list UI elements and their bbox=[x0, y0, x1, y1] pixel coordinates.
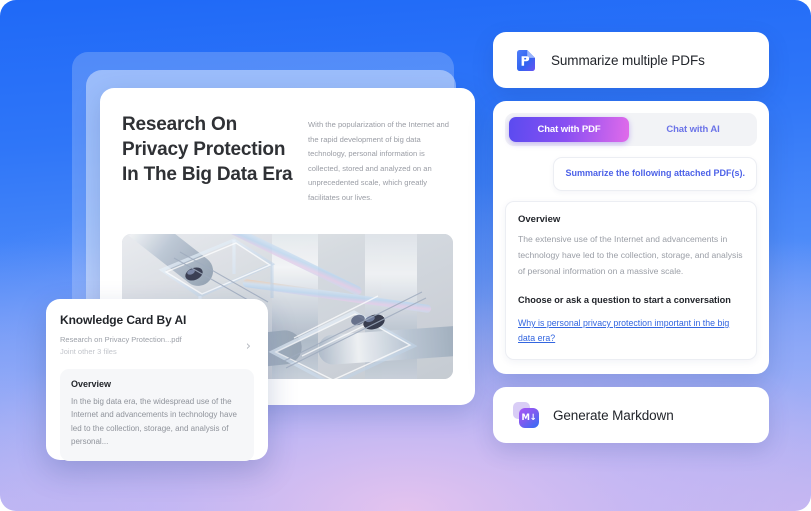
right-column: Summarize multiple PDFs Chat with PDF Ch… bbox=[493, 32, 769, 444]
document-text-area: Research On Privacy Protection In The Bi… bbox=[100, 88, 475, 205]
knowledge-card-meta-texts: Research on Privacy Protection...pdf Joi… bbox=[60, 334, 182, 358]
chat-panel: Chat with PDF Chat with AI Summarize the… bbox=[493, 101, 769, 375]
chevron-right-icon[interactable]: › bbox=[246, 340, 254, 353]
user-message-bubble: Summarize the following attached PDF(s). bbox=[553, 157, 757, 191]
tab-chat-with-pdf[interactable]: Chat with PDF bbox=[509, 117, 629, 142]
suggested-question-link[interactable]: Why is personal privacy protection impor… bbox=[518, 316, 744, 346]
summarize-multiple-pdfs-label: Summarize multiple PDFs bbox=[551, 52, 705, 68]
summarize-multiple-pdfs-card[interactable]: Summarize multiple PDFs bbox=[493, 32, 769, 88]
user-message-row: Summarize the following attached PDF(s). bbox=[505, 157, 757, 191]
knowledge-card-overview-text: In the big data era, the widespread use … bbox=[71, 397, 237, 447]
knowledge-card-meta-row: Research on Privacy Protection...pdf Joi… bbox=[60, 334, 254, 358]
assistant-message-bubble: Overview The extensive use of the Intern… bbox=[505, 200, 757, 361]
assistant-overview-text: The extensive use of the Internet and ad… bbox=[518, 233, 743, 276]
knowledge-card-file-name: Research on Privacy Protection...pdf bbox=[60, 335, 182, 344]
assistant-overview-heading: Overview bbox=[518, 213, 561, 225]
tab-chat-with-ai[interactable]: Chat with AI bbox=[633, 117, 753, 142]
generate-markdown-card[interactable]: M↓ Generate Markdown bbox=[493, 387, 769, 444]
app-canvas: Research On Privacy Protection In The Bi… bbox=[0, 0, 811, 511]
knowledge-card-title: Knowledge Card By AI bbox=[60, 313, 187, 327]
document-body-text: With the popularization of the Internet … bbox=[308, 120, 449, 202]
markdown-icon: M↓ bbox=[513, 402, 540, 429]
assistant-prompt-subheading: Choose or ask a question to start a conv… bbox=[518, 294, 731, 305]
markdown-icon-badge: M↓ bbox=[519, 408, 539, 429]
knowledge-card-files-more: Joint other 3 files bbox=[60, 347, 117, 356]
document-title: Research On Privacy Protection In The Bi… bbox=[122, 114, 293, 186]
pdf-file-icon bbox=[513, 48, 538, 73]
chat-mode-tabs: Chat with PDF Chat with AI bbox=[505, 113, 757, 146]
knowledge-card-overview-title: Overview bbox=[71, 379, 112, 389]
markdown-icon-glyph: M↓ bbox=[521, 412, 537, 423]
generate-markdown-label: Generate Markdown bbox=[553, 407, 674, 423]
knowledge-card-overview: Overview In the big data era, the widesp… bbox=[60, 369, 254, 461]
knowledge-card[interactable]: Knowledge Card By AI Research on Privacy… bbox=[46, 299, 268, 461]
